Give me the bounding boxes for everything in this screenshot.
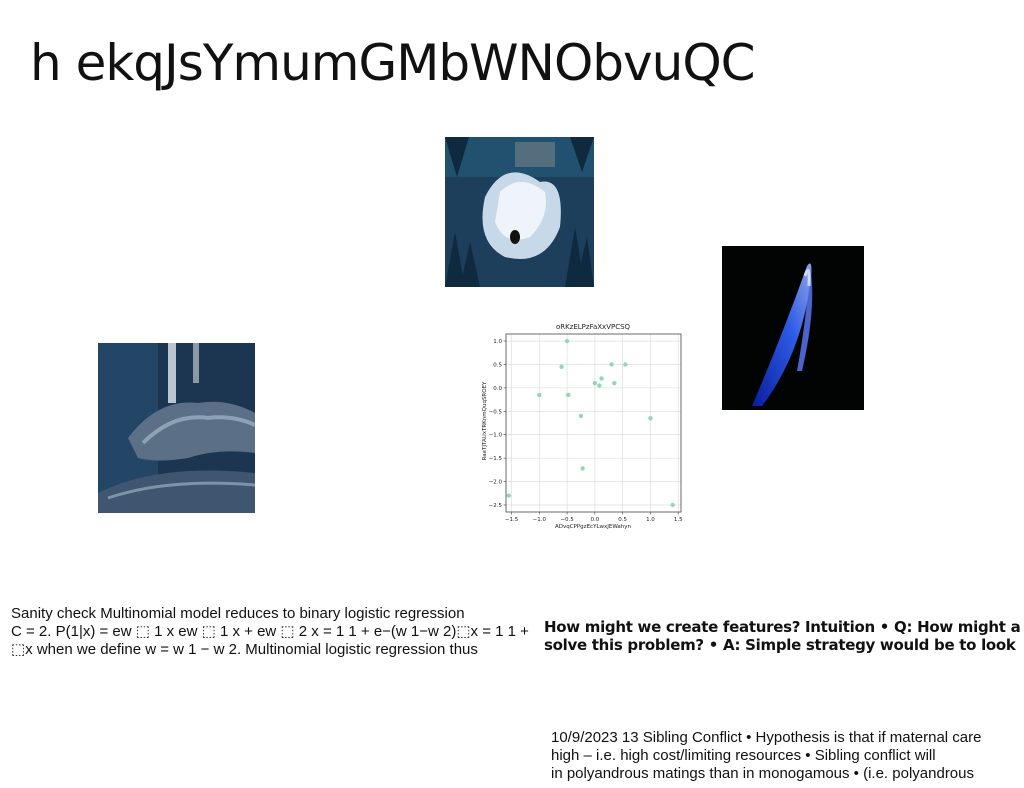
chart-point bbox=[537, 392, 542, 398]
chart-point bbox=[566, 392, 571, 398]
chart-x-tick-label: −1.0 bbox=[533, 517, 547, 523]
chart-point bbox=[648, 416, 653, 421]
text-line: in polyandrous matings than in monogamou… bbox=[551, 765, 974, 782]
text-line: high – i.e. high cost/limiting resources… bbox=[551, 747, 936, 764]
text-line: ⬚x when we define w = w 1 − w 2. Multino… bbox=[11, 641, 478, 658]
slide-title: h ekqJsYmumGMbWNObvuQC bbox=[30, 34, 756, 92]
scatter-chart: oRKzELPzFaXxVPCSQ ADvqCPPgzEcYLwxJEWahyn… bbox=[476, 318, 690, 534]
text-block-sibling-conflict: 10/9/2023 13 Sibling Conflict • Hypothes… bbox=[551, 729, 1024, 783]
driftwood-log-photo bbox=[98, 343, 255, 513]
text-line: 10/9/2023 13 Sibling Conflict • Hypothes… bbox=[551, 729, 982, 746]
chart-point bbox=[578, 413, 584, 419]
text-block-logistic-regression: Sanity check Multinomial model reduces t… bbox=[11, 605, 541, 659]
chart-point bbox=[559, 364, 564, 369]
chart-x-tick-label: 0.5 bbox=[618, 517, 627, 523]
chart-point bbox=[623, 362, 628, 367]
chart-y-tick-label: −0.5 bbox=[489, 409, 503, 415]
chart-title: oRKzELPzFaXxVPCSQ bbox=[556, 323, 631, 331]
chart-point bbox=[564, 338, 570, 344]
text-line: How might we create features? Intuition … bbox=[544, 618, 1021, 636]
text-line: C = 2. P(1|x) = ew ⬚ 1 x ew ⬚ 1 x + ew ⬚… bbox=[11, 623, 529, 640]
chart-y-tick-label: 1.0 bbox=[493, 339, 502, 345]
chart-y-tick-label: −1.0 bbox=[489, 433, 503, 439]
chart-point bbox=[580, 466, 585, 471]
chart-y-tick-label: −2.0 bbox=[489, 480, 503, 486]
chart-plot-frame bbox=[505, 333, 682, 513]
chart-y-tick-label: 0.5 bbox=[493, 362, 502, 368]
scatter-chart-svg: oRKzELPzFaXxVPCSQ ADvqCPPgzEcYLwxJEWahyn… bbox=[482, 323, 683, 530]
lake-reflection-photo bbox=[445, 137, 594, 287]
chart-x-tick-label: −1.5 bbox=[505, 517, 519, 523]
text-line: solve this problem? • A: Simple strategy… bbox=[544, 636, 1016, 654]
chart-x-tick-label: 1.0 bbox=[646, 517, 655, 523]
chart-y-tick-label: −1.5 bbox=[489, 456, 503, 462]
chart-x-tick-label: −0.5 bbox=[560, 517, 574, 523]
chart-point bbox=[612, 380, 617, 386]
chart-point bbox=[670, 502, 675, 508]
chart-x-tick-label: 1.5 bbox=[674, 517, 683, 523]
chart-point bbox=[506, 493, 511, 498]
chart-point bbox=[609, 362, 614, 367]
chart-x-tick-label: 0.0 bbox=[591, 517, 600, 523]
chart-y-tick-label: −2.5 bbox=[489, 503, 503, 509]
chart-x-label: ADvqCPPgzEcYLwxJEWahyn bbox=[555, 524, 632, 530]
chart-point bbox=[592, 380, 598, 386]
chart-y-tick-label: 0.0 bbox=[493, 386, 502, 392]
text-line: Sanity check Multinomial model reduces t… bbox=[11, 605, 465, 622]
chart-y-label: RaeTJTAUxTRKnmQuqSROEY bbox=[482, 381, 488, 460]
chart-point bbox=[599, 376, 604, 381]
text-block-features: How might we create features? Intuition … bbox=[544, 618, 1024, 654]
blue-light-streak-photo bbox=[722, 246, 864, 410]
chart-point bbox=[597, 383, 602, 388]
